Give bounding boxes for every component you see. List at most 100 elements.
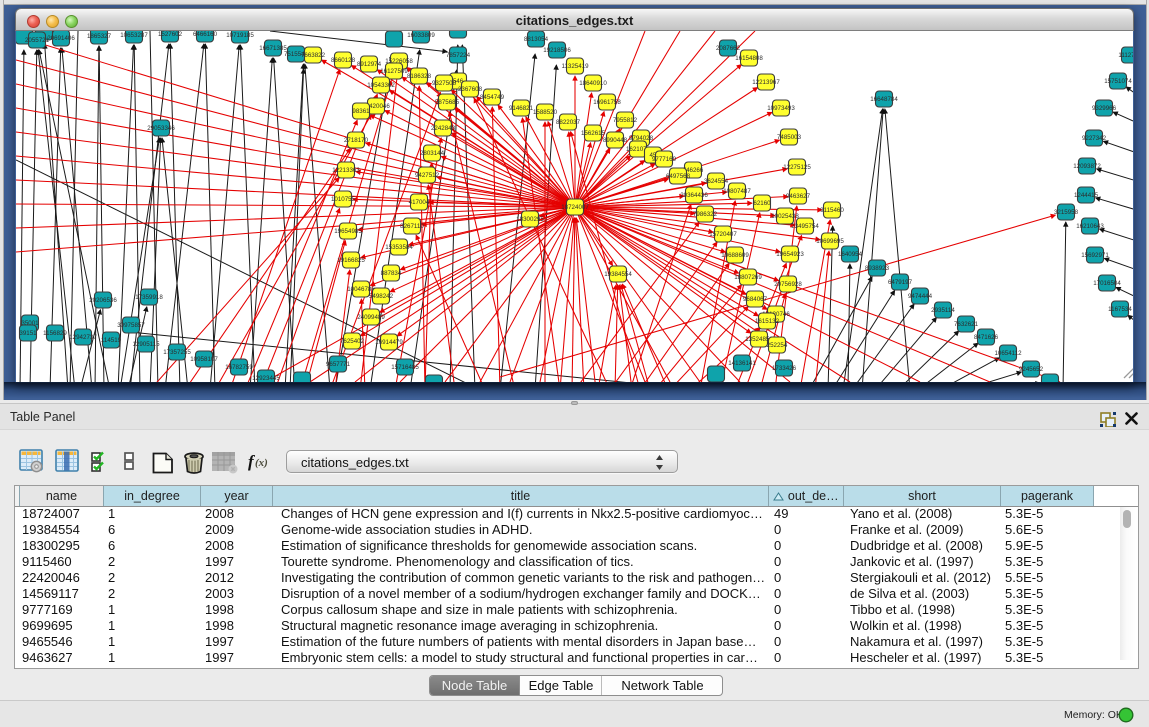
svg-text:7663822: 7663822 xyxy=(301,52,326,59)
svg-text:6479197: 6479197 xyxy=(888,279,913,286)
svg-text:19384554: 19384554 xyxy=(604,271,632,278)
svg-text:11325419: 11325419 xyxy=(561,63,589,70)
svg-text:417004: 417004 xyxy=(409,199,430,206)
svg-text:2055721: 2055721 xyxy=(25,37,50,44)
svg-text:8813054: 8813054 xyxy=(524,36,549,43)
svg-text:887834: 887834 xyxy=(381,270,402,277)
svg-text:16914479: 16914479 xyxy=(375,339,403,346)
svg-text:16127509: 16127509 xyxy=(380,68,408,75)
svg-text:15751074: 15751074 xyxy=(1104,78,1132,85)
svg-text:1640954: 1640954 xyxy=(838,251,863,258)
svg-text:20756928: 20756928 xyxy=(774,281,802,288)
svg-text:12213363: 12213363 xyxy=(332,167,360,174)
svg-text:12213967: 12213967 xyxy=(752,79,780,86)
svg-text:10973493: 10973493 xyxy=(767,105,795,112)
svg-text:19218506: 19218506 xyxy=(543,47,571,54)
svg-text:9227342: 9227342 xyxy=(1082,135,1107,142)
svg-text:8454749: 8454749 xyxy=(480,94,505,101)
svg-text:3215958: 3215958 xyxy=(1054,209,1079,216)
svg-text:9657771: 9657771 xyxy=(326,361,351,368)
svg-text:16961758: 16961758 xyxy=(593,99,621,106)
svg-text:1167534: 1167534 xyxy=(1108,306,1132,313)
svg-text:10719185: 10719185 xyxy=(226,32,254,39)
svg-text:9777169: 9777169 xyxy=(652,156,677,163)
svg-text:9474444: 9474444 xyxy=(908,293,933,300)
svg-text:14136141: 14136141 xyxy=(728,360,756,367)
svg-text:1865327: 1865327 xyxy=(87,33,112,40)
svg-text:10654112: 10654112 xyxy=(994,350,1022,357)
svg-text:8990448: 8990448 xyxy=(603,137,628,144)
svg-text:10688609: 10688609 xyxy=(721,252,749,259)
svg-text:7625402: 7625402 xyxy=(340,338,365,345)
svg-text:7955812: 7955812 xyxy=(613,117,638,124)
svg-text:9427512: 9427512 xyxy=(415,172,440,179)
svg-text:12275125: 12275125 xyxy=(783,164,811,171)
svg-text:(x): (x) xyxy=(255,457,268,469)
svg-text:24099489: 24099489 xyxy=(357,314,385,321)
svg-text:1244415: 1244415 xyxy=(1074,192,1099,199)
svg-text:6497568: 6497568 xyxy=(666,173,691,180)
svg-text:8938923: 8938923 xyxy=(865,265,890,272)
svg-text:30975857: 30975857 xyxy=(117,322,145,329)
svg-text:9245652: 9245652 xyxy=(1019,366,1044,373)
svg-text:7857224: 7857224 xyxy=(446,52,471,59)
svg-text:23495754: 23495754 xyxy=(791,223,819,230)
svg-text:3624554: 3624554 xyxy=(704,178,729,185)
svg-text:7485003: 7485003 xyxy=(777,134,802,141)
svg-text:9463627: 9463627 xyxy=(786,193,811,200)
svg-text:9115460: 9115460 xyxy=(820,207,844,214)
svg-text:19654923: 19654923 xyxy=(776,251,804,258)
svg-text:19166825: 19166825 xyxy=(337,257,365,264)
svg-text:20691406: 20691406 xyxy=(47,35,75,42)
svg-text:12905115: 12905115 xyxy=(132,341,160,348)
svg-text:10543362: 10543362 xyxy=(367,82,395,89)
svg-text:10699695: 10699695 xyxy=(816,238,844,245)
svg-text:16210643: 16210643 xyxy=(1076,223,1104,230)
svg-text:18640910: 18640910 xyxy=(579,80,607,87)
svg-text:17016504: 17016504 xyxy=(1093,280,1121,287)
svg-text:114519: 114519 xyxy=(101,337,122,344)
svg-text:16782759: 16782759 xyxy=(225,364,253,371)
svg-text:9146821: 9146821 xyxy=(509,105,534,112)
svg-text:8471626: 8471626 xyxy=(974,334,999,341)
svg-text:18300295: 18300295 xyxy=(516,216,544,223)
svg-text:17357255: 17357255 xyxy=(163,349,191,356)
svg-text:7632621: 7632621 xyxy=(954,321,979,328)
svg-text:2935114: 2935114 xyxy=(931,307,955,314)
svg-text:98361: 98361 xyxy=(352,108,370,115)
svg-text:10025438: 10025438 xyxy=(771,213,799,220)
svg-text:5875685: 5875685 xyxy=(435,99,460,106)
svg-text:10958107: 10958107 xyxy=(190,356,218,363)
svg-text:1733426: 1733426 xyxy=(772,365,797,372)
svg-text:39151: 39151 xyxy=(19,330,37,337)
svg-text:18807269: 18807269 xyxy=(734,274,762,281)
svg-text:1112741: 1112741 xyxy=(1118,52,1133,59)
svg-text:20364436: 20364436 xyxy=(680,192,708,199)
svg-text:8912974: 8912974 xyxy=(357,61,382,68)
svg-text:62160: 62160 xyxy=(753,200,771,207)
svg-text:8267110: 8267110 xyxy=(400,223,424,230)
svg-text:19654985: 19654985 xyxy=(334,228,362,235)
svg-text:16154808: 16154808 xyxy=(735,55,763,62)
svg-text:15353584: 15353584 xyxy=(385,244,413,251)
svg-text:15692971: 15692971 xyxy=(1081,252,1109,259)
svg-text:16648784: 16648784 xyxy=(870,96,898,103)
svg-text:9329966: 9329966 xyxy=(1092,105,1117,112)
svg-text:2367608: 2367608 xyxy=(458,86,483,93)
svg-text:1588520: 1588520 xyxy=(533,109,558,116)
svg-text:1615132: 1615132 xyxy=(755,318,780,325)
svg-text:6466160: 6466160 xyxy=(193,31,218,38)
svg-text:252254: 252254 xyxy=(767,342,788,349)
svg-text:1010755: 1010755 xyxy=(331,196,356,203)
svg-text:20206536: 20206536 xyxy=(89,297,117,304)
svg-text:18724007: 18724007 xyxy=(561,204,589,211)
svg-text:8660128: 8660128 xyxy=(331,57,356,64)
svg-text:8186328: 8186328 xyxy=(407,73,432,80)
svg-text:1527602: 1527602 xyxy=(158,31,183,38)
svg-text:29053346: 29053346 xyxy=(147,125,175,132)
svg-text:12093872: 12093872 xyxy=(1073,163,1101,170)
svg-text:16033809: 16033809 xyxy=(407,32,435,39)
svg-text:1562615: 1562615 xyxy=(581,130,606,137)
svg-text:2087662: 2087662 xyxy=(716,45,741,52)
svg-text:10807487: 10807487 xyxy=(723,188,751,195)
